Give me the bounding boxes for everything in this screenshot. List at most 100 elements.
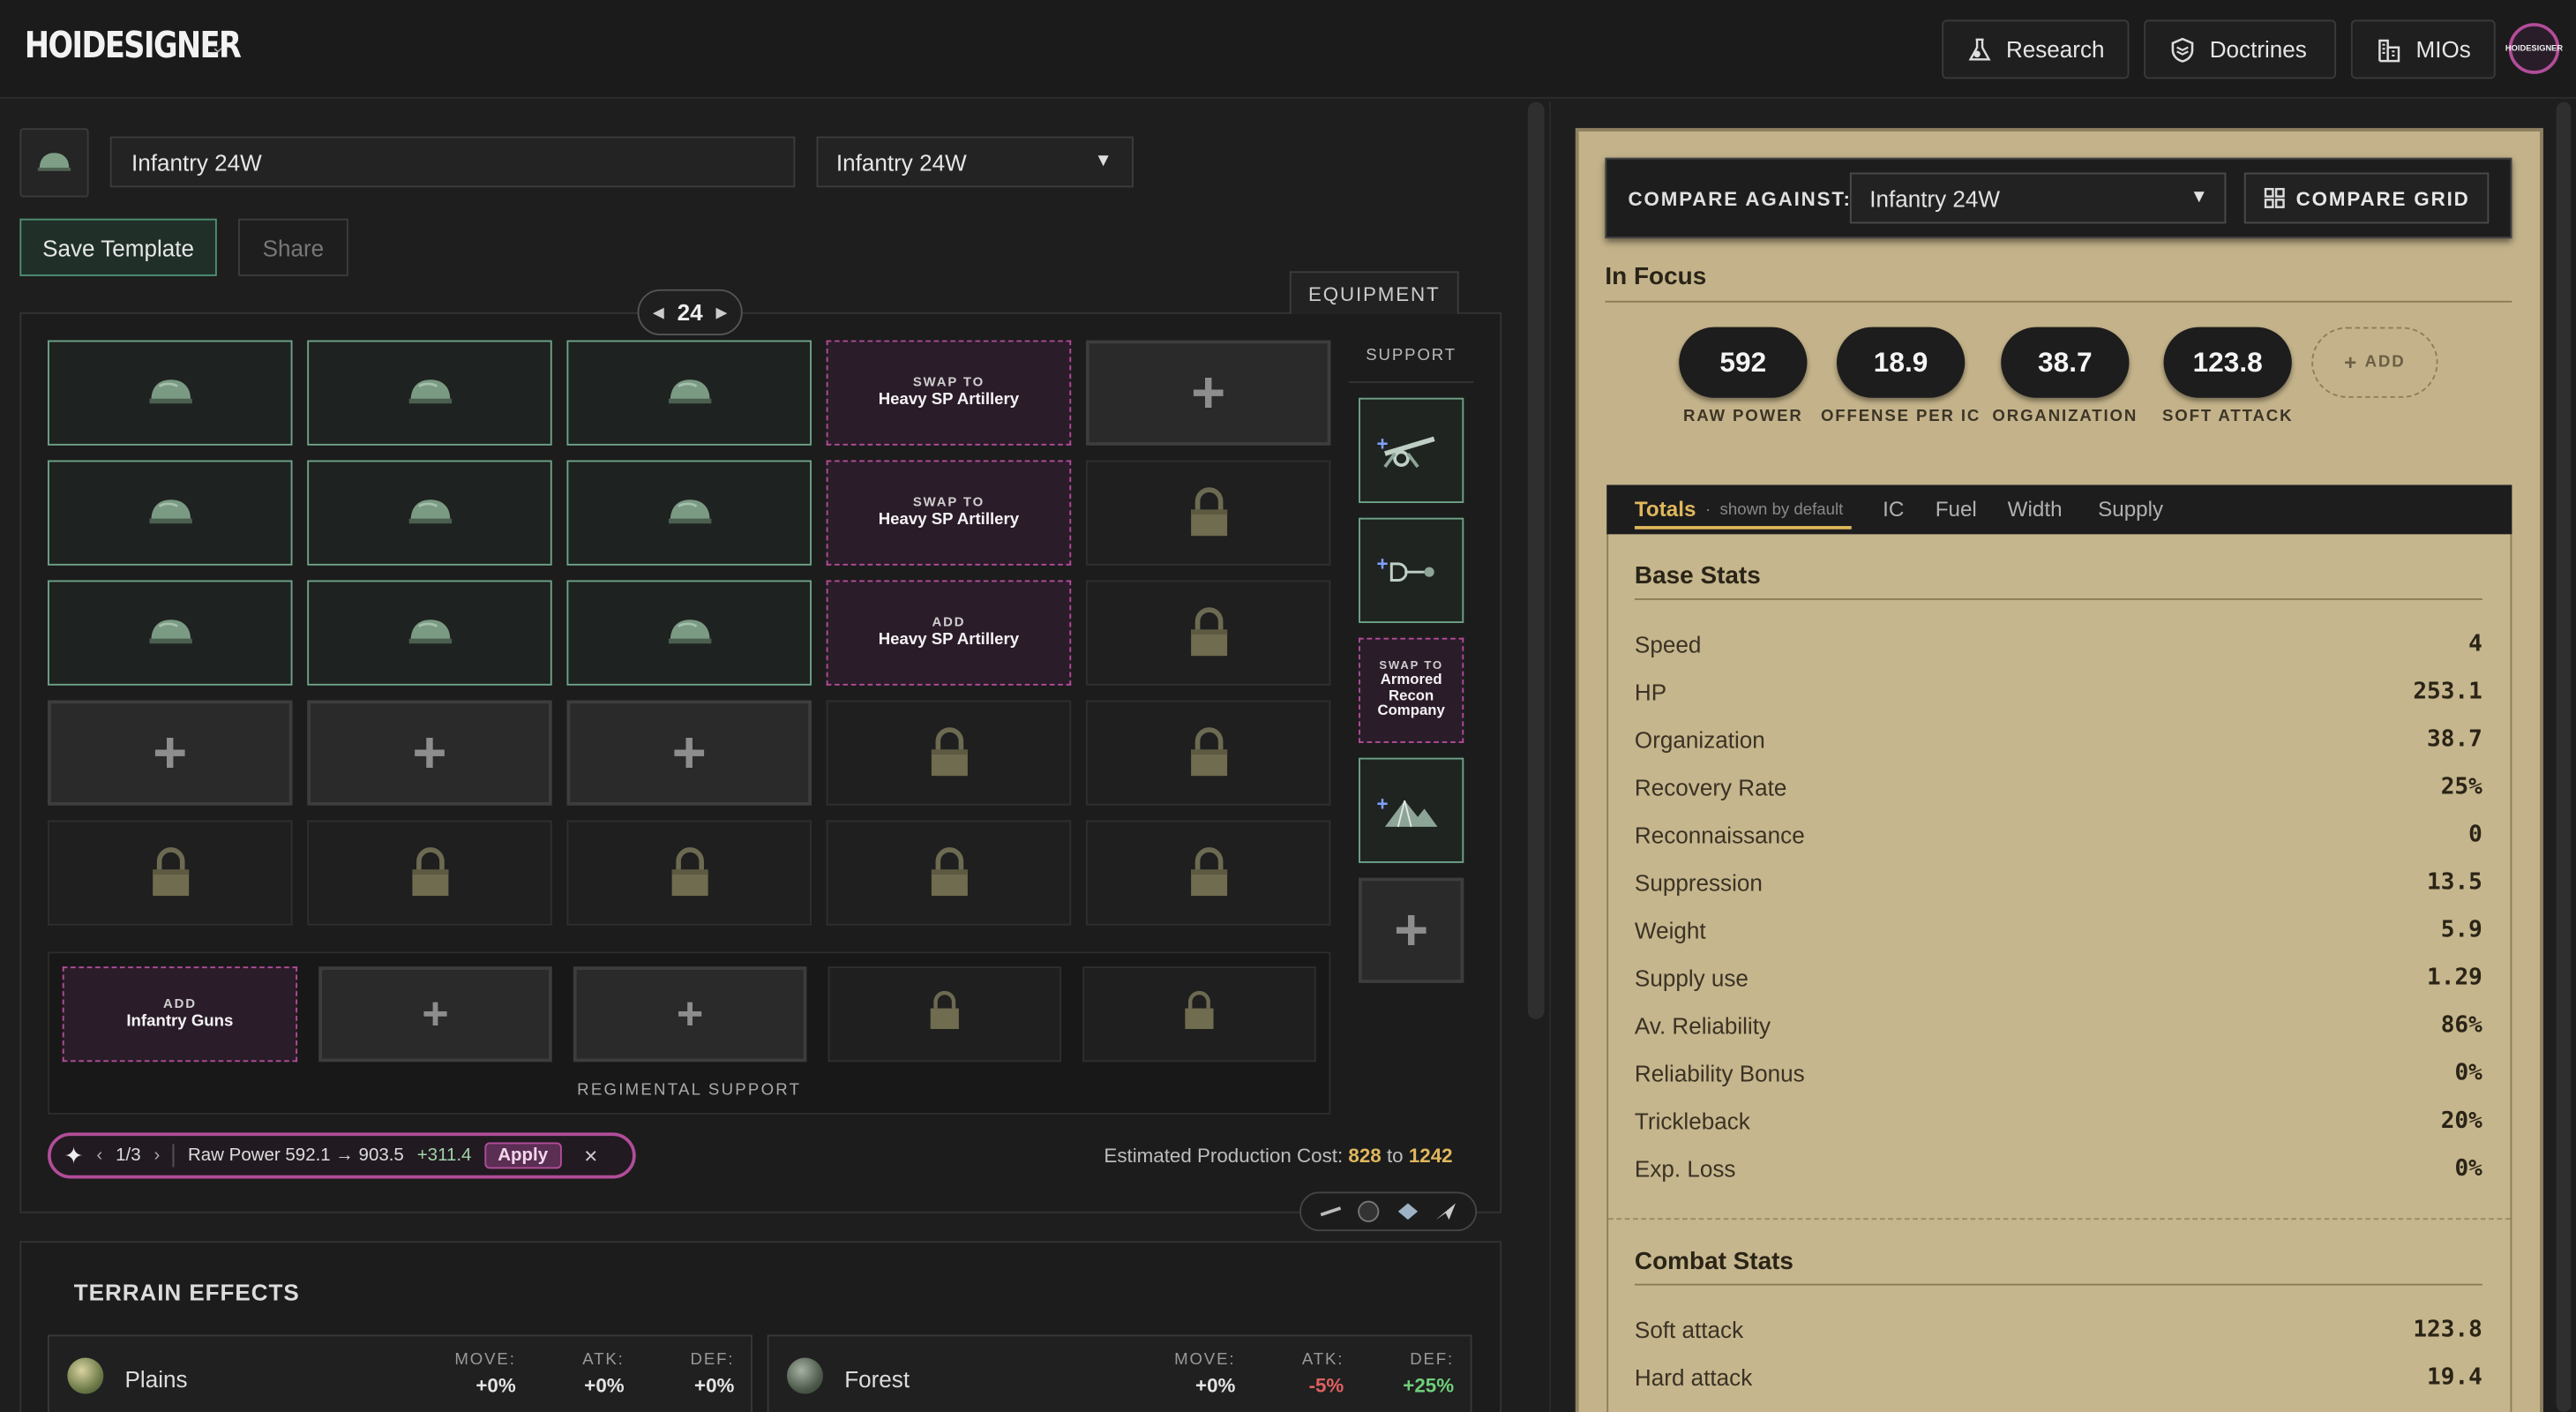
- battalion-slot-add[interactable]: +: [307, 700, 552, 806]
- combat-width-value: 24: [677, 298, 703, 326]
- support-suggestion-armored-recon[interactable]: SWAP TO Armored Recon Company: [1359, 637, 1464, 743]
- stat-row-value: 0: [2468, 822, 2482, 849]
- tab-equipment[interactable]: EQUIPMENT: [1289, 271, 1459, 314]
- tab-fuel[interactable]: Fuel: [1936, 497, 1977, 522]
- apply-suggestion-button[interactable]: Apply: [484, 1142, 562, 1169]
- regimental-slot-add[interactable]: +: [318, 966, 552, 1063]
- template-select[interactable]: Infantry 24W ▼: [816, 136, 1134, 188]
- tab-ic[interactable]: IC: [1883, 497, 1904, 522]
- move-value: +0%: [1195, 1374, 1236, 1398]
- research-button[interactable]: Research: [1942, 19, 2130, 79]
- terrain-atk: ATK: -5%: [1302, 1351, 1344, 1397]
- focus-stat-value[interactable]: 18.9: [1836, 327, 1966, 398]
- active-tab-underline: [1634, 526, 1852, 530]
- stat-row-label: Reliability Bonus: [1634, 1060, 1805, 1087]
- compare-grid-button[interactable]: COMPARE GRID: [2243, 172, 2490, 224]
- helmet-icon: [148, 620, 191, 644]
- stat-row-value: 253.1: [2413, 679, 2482, 706]
- stat-row-value: 5.9: [2440, 917, 2482, 944]
- compare-grid-label: COMPARE GRID: [2295, 186, 2470, 210]
- close-icon[interactable]: ×: [584, 1143, 597, 1169]
- brand-logo[interactable]: HOIDESIGNER: [25, 26, 242, 68]
- stat-row-label: Hard attack: [1634, 1363, 1753, 1391]
- battalion-slot-add[interactable]: +: [566, 700, 812, 806]
- chevron-down-icon[interactable]: ⌄: [210, 36, 225, 57]
- battalion-slot-infantry[interactable]: [566, 580, 812, 686]
- cost-prefix: Estimated Production Cost:: [1104, 1144, 1344, 1168]
- doctrines-button[interactable]: Doctrines: [2144, 19, 2337, 79]
- battalion-slot-locked: [1085, 460, 1331, 566]
- save-template-button[interactable]: Save Template: [19, 218, 217, 276]
- division-icon-picker[interactable]: [19, 128, 89, 198]
- battalion-slot-infantry[interactable]: [307, 340, 552, 446]
- cost-to: to: [1386, 1144, 1404, 1168]
- battalion-slot-infantry[interactable]: [566, 340, 812, 446]
- mios-button[interactable]: MIOs: [2350, 19, 2496, 79]
- support-slot-recon[interactable]: +: [1359, 757, 1464, 863]
- avatar[interactable]: HOIDESIGNER: [2505, 23, 2563, 74]
- def-header: DEF:: [1410, 1351, 1455, 1370]
- combat-stats-title: Combat Stats: [1634, 1247, 1793, 1276]
- caret-down-icon: ▼: [1094, 151, 1112, 171]
- battalion-slot-infantry[interactable]: [48, 340, 293, 446]
- chevron-right-icon[interactable]: ›: [154, 1145, 160, 1165]
- share-button[interactable]: Share: [238, 218, 348, 276]
- compare-select[interactable]: Infantry 24W ▼: [1849, 172, 2227, 224]
- focus-stat-value[interactable]: 592: [1679, 327, 1808, 398]
- regimental-slot-add[interactable]: +: [573, 966, 807, 1063]
- battalion-slot-add[interactable]: +: [48, 700, 293, 806]
- resource-toggle[interactable]: [1299, 1191, 1478, 1232]
- tab-width[interactable]: Width: [2008, 497, 2063, 522]
- chevron-left-icon[interactable]: ‹: [96, 1145, 102, 1165]
- research-label: Research: [2005, 35, 2105, 63]
- regimental-suggestion-infantry-guns[interactable]: ADD Infantry Guns: [62, 966, 298, 1063]
- suggestion-tag: SWAP TO: [912, 495, 985, 510]
- suggestion-name: Armored Recon Company: [1377, 671, 1445, 719]
- chevron-left-icon[interactable]: ◀: [653, 304, 664, 321]
- division-name-input[interactable]: Infantry 24W: [109, 136, 796, 188]
- helmet-icon: [408, 620, 452, 644]
- battalion-slot-infantry[interactable]: [48, 580, 293, 686]
- plane-icon: [1436, 1203, 1456, 1220]
- battalion-slot-locked: [48, 820, 293, 926]
- focus-stat-value[interactable]: 123.8: [2163, 327, 2292, 398]
- divider: [1608, 1218, 2511, 1220]
- helmet-icon: [668, 499, 711, 524]
- width-stepper[interactable]: ◀ 24 ▶: [637, 289, 743, 335]
- focus-stat-value[interactable]: 38.7: [2001, 327, 2130, 398]
- chevron-right-icon[interactable]: ▶: [716, 304, 728, 321]
- suggestion-name: Heavy SP Artillery: [878, 631, 1020, 650]
- compare-select-value: Infantry 24W: [1869, 184, 2001, 212]
- battalion-suggestion-heavy-sp-artillery[interactable]: SWAP TO Heavy SP Artillery: [826, 340, 1072, 446]
- battalion-slot-infantry[interactable]: [566, 460, 812, 566]
- suggestion-name: Heavy SP Artillery: [878, 391, 1020, 410]
- battalion-slot-infantry[interactable]: [48, 460, 293, 566]
- right-scrollbar[interactable]: [2556, 101, 2572, 1412]
- terrain-effects-title: TERRAIN EFFECTS: [73, 1279, 300, 1305]
- left-scrollbar[interactable]: [1527, 101, 1545, 1019]
- battalion-suggestion-heavy-sp-artillery[interactable]: ADD Heavy SP Artillery: [826, 580, 1072, 686]
- doctrines-label: Doctrines: [2209, 35, 2307, 63]
- battalion-slot-add[interactable]: +: [1085, 340, 1331, 446]
- tab-totals[interactable]: Totals: [1635, 497, 1696, 522]
- tab-supply[interactable]: Supply: [2098, 497, 2163, 522]
- grid-icon: [2264, 187, 2284, 208]
- atk-header: ATK:: [582, 1351, 625, 1370]
- battalion-suggestion-heavy-sp-artillery[interactable]: SWAP TO Heavy SP Artillery: [826, 460, 1072, 566]
- add-focus-stat-button[interactable]: + ADD: [2311, 327, 2438, 398]
- move-header: MOVE:: [454, 1351, 516, 1370]
- support-slot-engineer[interactable]: +: [1359, 517, 1464, 623]
- lock-icon: [1190, 847, 1227, 897]
- support-slot-artillery[interactable]: +: [1359, 397, 1464, 503]
- battalion-slot-locked: [566, 820, 812, 926]
- battalion-slot-infantry[interactable]: [307, 580, 552, 686]
- focus-stat-label: SOFT ATTACK: [2161, 407, 2294, 426]
- stat-row-label: Trickleback: [1634, 1108, 1750, 1135]
- battalion-slot-infantry[interactable]: [307, 460, 552, 566]
- terrain-name: Forest: [844, 1365, 910, 1393]
- suggestion-page: 1/3: [116, 1145, 141, 1166]
- support-slot-add[interactable]: +: [1359, 877, 1464, 983]
- upgrade-plus-icon: +: [1376, 432, 1389, 455]
- atk-header: ATK:: [1301, 1351, 1344, 1370]
- rifle-icon: [1320, 1206, 1341, 1217]
